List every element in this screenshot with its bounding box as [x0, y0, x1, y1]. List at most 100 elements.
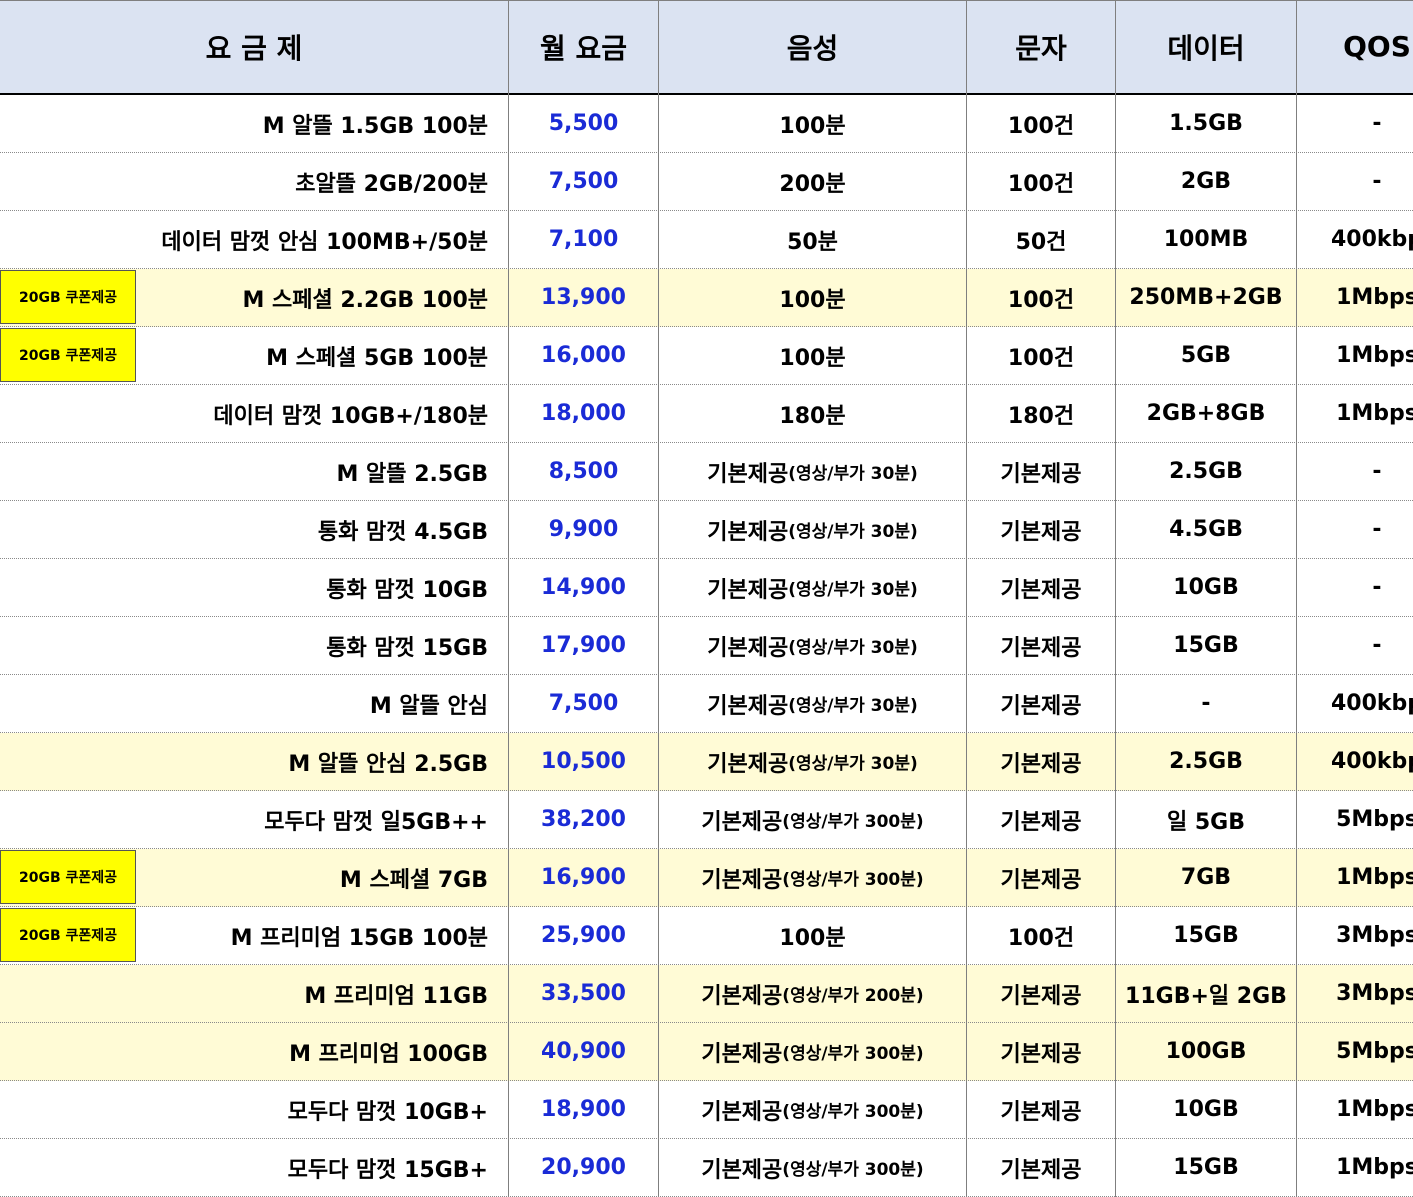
plan-name: 통화 맘껏 4.5GB	[317, 519, 488, 545]
voice-main: 기본제공	[701, 1041, 783, 1067]
monthly-fee: 14,900	[541, 575, 626, 600]
voice-extra: (영상/부가 30분)	[788, 464, 918, 484]
header-sms: 문자	[1015, 31, 1067, 65]
voice-main: 100분	[779, 287, 846, 313]
data-allowance: 100GB	[1165, 1039, 1247, 1064]
table-row: 모두다 맘껏 일5GB++ 38,200 기본제공 (영상/부가 300분) 기본제공 일…	[0, 791, 1413, 849]
sms-allowance: 기본제공	[1000, 635, 1082, 661]
sms-allowance: 기본제공	[1000, 1099, 1082, 1125]
table-header: 요 금 제 월 요금 음성 문자 데이터 QOS	[0, 0, 1413, 95]
table-row: M 프리미엄 11GB 33,500 기본제공 (영상/부가 200분) 기본제공 11G…	[0, 965, 1413, 1023]
sms-allowance: 기본제공	[1000, 809, 1082, 835]
qos-speed: -	[1372, 111, 1382, 136]
data-allowance: 2GB	[1180, 169, 1232, 194]
voice-extra: (영상/부가 300분)	[782, 870, 924, 890]
voice-allowance: 기본제공 (영상/부가 200분)	[659, 965, 966, 1022]
table-row: M 알뜰 1.5GB 100분 5,500 100분 100건 1.5GB -	[0, 95, 1413, 153]
plan-name: 통화 맘껏 15GB	[326, 635, 488, 661]
monthly-fee: 16,000	[541, 343, 626, 368]
monthly-fee: 7,500	[548, 169, 619, 194]
monthly-fee: 33,500	[541, 981, 626, 1006]
data-allowance: 250MB+2GB	[1129, 285, 1283, 310]
monthly-fee: 20,900	[541, 1155, 626, 1180]
plan-name: M 알뜰 안심	[369, 693, 488, 719]
voice-allowance: 기본제공 (영상/부가 300분)	[659, 1081, 966, 1138]
voice-allowance: 200분	[659, 153, 966, 210]
qos-speed: 3Mbps	[1336, 981, 1413, 1006]
data-allowance: 10GB	[1173, 1097, 1239, 1122]
plan-table: 요 금 제 월 요금 음성 문자 데이터 QOS M 알뜰 1.5GB 100분…	[0, 0, 1413, 1197]
voice-allowance: 180분	[659, 385, 966, 442]
voice-allowance: 100분	[659, 95, 966, 152]
monthly-fee: 38,200	[541, 807, 626, 832]
voice-extra: (영상/부가 30분)	[788, 522, 918, 542]
top-border	[0, 0, 1413, 1]
table-row: 20GB 쿠폰제공 M 스페셜 7GB 16,900 기본제공 (영상/부가 300분)…	[0, 849, 1413, 907]
header-plan: 요 금 제	[205, 31, 303, 65]
voice-extra: (영상/부가 200분)	[782, 986, 924, 1006]
plan-name: M 스페셜 2.2GB 100분	[242, 287, 488, 313]
table-row: 데이터 맘껏 10GB+/180분 18,000 180분 180건 2GB+8GB 1M…	[0, 385, 1413, 443]
plan-name: 모두다 맘껏 일5GB++	[264, 809, 488, 835]
qos-speed: 400kbp	[1330, 749, 1413, 774]
column-divider	[966, 0, 967, 1197]
data-allowance: -	[1201, 691, 1211, 716]
sms-allowance: 기본제공	[1000, 577, 1082, 603]
data-allowance: 15GB	[1173, 923, 1239, 948]
voice-main: 기본제공	[707, 635, 789, 661]
table-row: 모두다 맘껏 15GB+ 20,900 기본제공 (영상/부가 300분) 기본제공 15…	[0, 1139, 1413, 1197]
data-allowance: 15GB	[1173, 633, 1239, 658]
header-data: 데이터	[1167, 31, 1245, 65]
plan-name: M 프리미엄 15GB 100분	[230, 925, 488, 951]
monthly-fee: 8,500	[548, 459, 619, 484]
sms-allowance: 기본제공	[1000, 1041, 1082, 1067]
qos-speed: 3Mbps	[1336, 923, 1413, 948]
monthly-fee: 16,900	[541, 865, 626, 890]
table-row: 통화 맘껏 15GB 17,900 기본제공 (영상/부가 30분) 기본제공 15GB -	[0, 617, 1413, 675]
voice-main: 기본제공	[707, 519, 789, 545]
qos-speed: -	[1372, 169, 1382, 194]
header-voice: 음성	[786, 31, 839, 65]
voice-main: 100분	[779, 925, 846, 951]
plan-name: M 알뜰 1.5GB 100분	[262, 113, 488, 139]
plan-name: 데이터 맘껏 10GB+/180분	[213, 403, 488, 429]
voice-main: 기본제공	[701, 1157, 783, 1183]
qos-speed: 1Mbps	[1336, 1155, 1413, 1180]
plan-name: M 프리미엄 11GB	[304, 983, 488, 1009]
sms-allowance: 기본제공	[1000, 461, 1082, 487]
sms-allowance: 기본제공	[1000, 519, 1082, 545]
voice-extra: (영상/부가 30분)	[788, 696, 918, 716]
table-row: 통화 맘껏 4.5GB 9,900 기본제공 (영상/부가 30분) 기본제공 4.5GB…	[0, 501, 1413, 559]
voice-allowance: 50분	[659, 211, 966, 268]
plan-name: 초알뜰 2GB/200분	[295, 171, 488, 197]
plan-name: M 스페셜 5GB 100분	[266, 345, 488, 371]
plan-name: M 스페셜 7GB	[339, 867, 488, 893]
qos-speed: 1Mbps	[1336, 343, 1413, 368]
column-divider	[658, 0, 659, 1197]
table-row: 통화 맘껏 10GB 14,900 기본제공 (영상/부가 30분) 기본제공 10GB -	[0, 559, 1413, 617]
qos-speed: 1Mbps	[1336, 401, 1413, 426]
voice-main: 100분	[779, 113, 846, 139]
voice-extra: (영상/부가 300분)	[782, 1160, 924, 1180]
voice-main: 기본제공	[707, 577, 789, 603]
qos-speed: 400kbp	[1330, 227, 1413, 252]
column-divider	[1296, 0, 1297, 1197]
monthly-fee: 40,900	[541, 1039, 626, 1064]
qos-speed: -	[1372, 633, 1382, 658]
monthly-fee: 7,500	[548, 691, 619, 716]
sms-allowance: 180건	[1007, 403, 1075, 429]
monthly-fee: 18,900	[541, 1097, 626, 1122]
sms-allowance: 100건	[1007, 345, 1075, 371]
plan-name: M 알뜰 2.5GB	[336, 461, 489, 487]
table-row: M 알뜰 안심 2.5GB 10,500 기본제공 (영상/부가 30분) 기본제공 2.…	[0, 733, 1413, 791]
qos-speed: -	[1372, 459, 1382, 484]
table-row: 데이터 맘껏 안심 100MB+/50분 7,100 50분 50건 100MB 400k…	[0, 211, 1413, 269]
sms-allowance: 기본제공	[1000, 983, 1082, 1009]
data-allowance: 일 5GB	[1166, 809, 1246, 835]
plan-name: 모두다 맘껏 10GB+	[287, 1099, 488, 1125]
voice-main: 기본제공	[707, 751, 789, 777]
data-allowance: 1.5GB	[1169, 111, 1243, 136]
plan-name: 데이터 맘껏 안심 100MB+/50분	[161, 229, 488, 255]
voice-extra: (영상/부가 300분)	[782, 812, 924, 832]
table-row: 20GB 쿠폰제공 M 프리미엄 15GB 100분 25,900 100분 100건 1…	[0, 907, 1413, 965]
